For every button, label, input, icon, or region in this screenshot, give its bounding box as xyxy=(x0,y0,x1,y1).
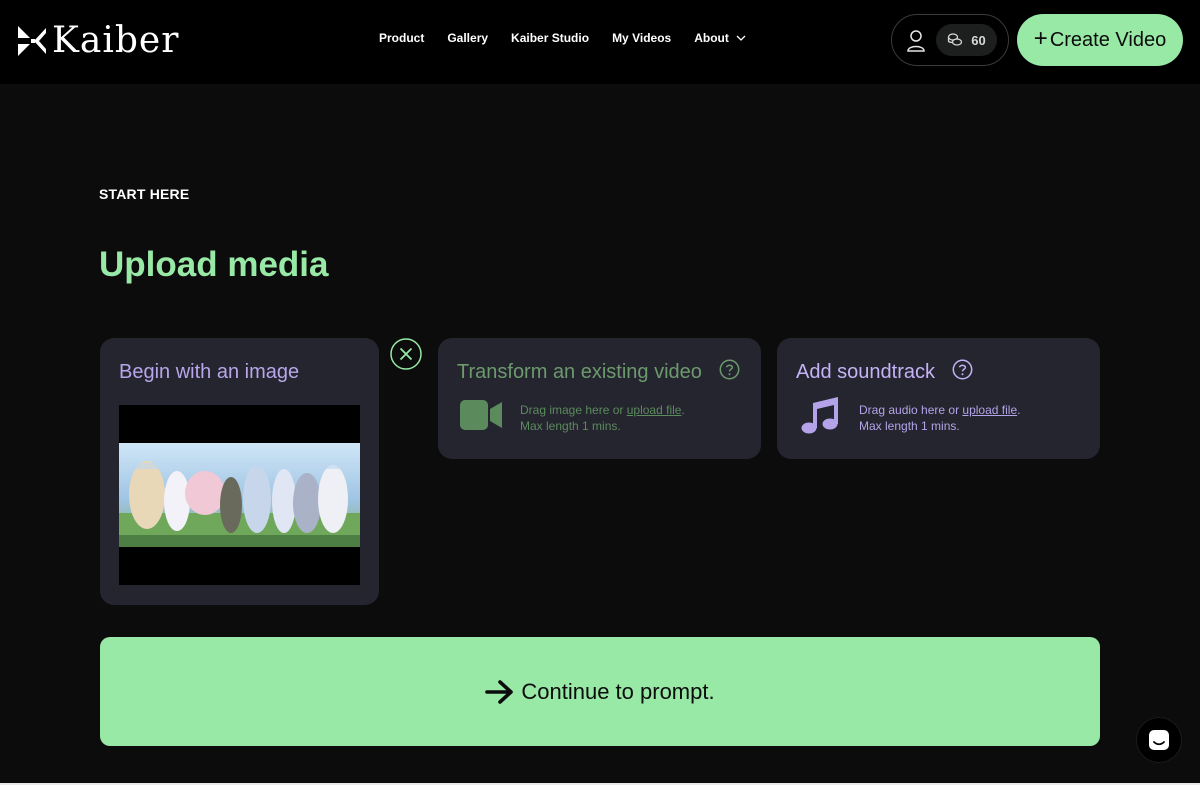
video-camera-icon xyxy=(460,400,502,430)
plus-icon: + xyxy=(1033,25,1048,52)
chat-widget-button[interactable] xyxy=(1136,717,1182,763)
credits-badge[interactable]: 60 xyxy=(936,24,997,56)
create-video-button[interactable]: + Create Video xyxy=(1017,14,1183,66)
video-drop-instructions: Drag image here or upload file. Max leng… xyxy=(520,402,685,434)
uploaded-image-thumbnail xyxy=(119,443,360,547)
chat-icon xyxy=(1149,730,1169,750)
sound-upload-file-link[interactable]: upload file xyxy=(962,403,1017,417)
nav-item-about-label: About xyxy=(694,31,729,45)
music-note-icon xyxy=(801,397,838,434)
chevron-down-icon xyxy=(736,35,746,41)
continue-label: Continue to prompt. xyxy=(521,678,715,704)
nav-item-about[interactable]: About xyxy=(694,31,746,45)
remove-image-button[interactable] xyxy=(390,338,422,370)
page-title: Upload media xyxy=(99,245,329,284)
sound-period: . xyxy=(1017,403,1021,417)
top-header: Kaiber Product Gallery Kaiber Studio My … xyxy=(0,0,1200,84)
nav-item-my-videos[interactable]: My Videos xyxy=(612,31,671,45)
credit-count: 60 xyxy=(971,32,986,48)
sound-drag-text: Drag audio here or xyxy=(859,403,960,417)
account-menu[interactable]: 60 xyxy=(891,14,1009,66)
video-drag-text: Drag image here or xyxy=(520,403,624,417)
video-upload-card[interactable]: Transform an existing video Drag image h… xyxy=(438,338,761,459)
video-max-length: Max length 1 mins. xyxy=(520,419,621,433)
main-nav: Product Gallery Kaiber Studio My Videos … xyxy=(379,31,746,45)
soundtrack-upload-card[interactable]: Add soundtrack Drag audio here or upload… xyxy=(777,338,1100,459)
sound-drop-line: Drag audio here or upload file. xyxy=(859,402,1020,418)
nav-item-gallery[interactable]: Gallery xyxy=(447,31,488,45)
video-upload-file-link[interactable]: upload file xyxy=(627,403,682,417)
nav-item-kaiber-studio[interactable]: Kaiber Studio xyxy=(511,31,589,45)
video-card-title: Transform an existing video xyxy=(457,361,702,383)
start-here-label: START HERE xyxy=(99,186,190,202)
logo[interactable]: Kaiber xyxy=(16,21,179,61)
image-upload-card[interactable]: Begin with an image xyxy=(100,338,379,605)
video-drop-line: Drag image here or upload file. xyxy=(520,402,685,418)
video-period: . xyxy=(681,403,685,417)
sound-drop-instructions: Drag audio here or upload file. Max leng… xyxy=(859,402,1020,434)
sound-card-title: Add soundtrack xyxy=(796,361,935,383)
continue-to-prompt-button[interactable]: Continue to prompt. xyxy=(100,637,1100,746)
brand-name: Kaiber xyxy=(52,20,180,61)
user-icon xyxy=(907,30,925,52)
page: Kaiber Product Gallery Kaiber Studio My … xyxy=(0,0,1200,785)
image-card-title: Begin with an image xyxy=(119,361,300,383)
kaiber-logo-icon xyxy=(18,26,46,56)
image-preview xyxy=(119,405,360,585)
nav-item-product[interactable]: Product xyxy=(379,31,424,45)
coins-icon xyxy=(948,33,963,46)
create-video-label: Create Video xyxy=(1049,28,1167,51)
sound-max-length: Max length 1 mins. xyxy=(859,419,960,433)
question-circle-icon[interactable] xyxy=(952,359,973,380)
arrow-right-icon xyxy=(485,679,514,704)
question-circle-icon[interactable] xyxy=(719,359,740,380)
